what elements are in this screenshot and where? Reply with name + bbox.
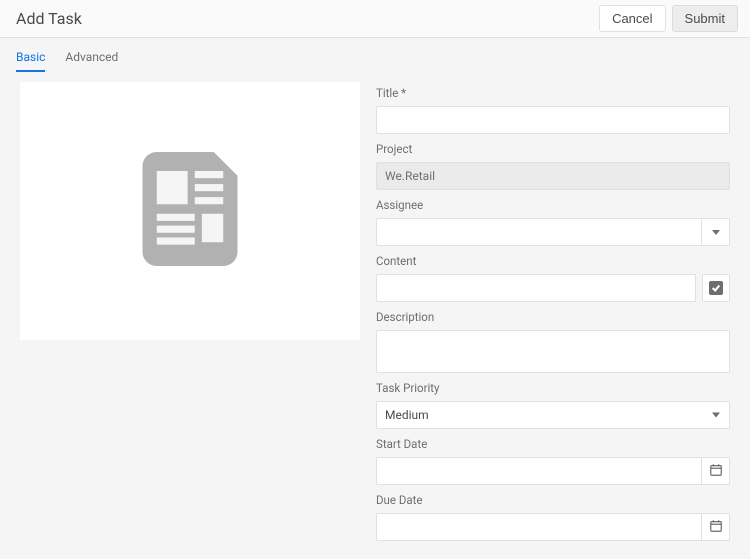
cancel-button[interactable]: Cancel: [599, 5, 665, 32]
dialog-body: Title * Project Assignee Content Descrip…: [0, 72, 750, 559]
tab-advanced[interactable]: Advanced: [65, 50, 118, 72]
title-label: Title *: [376, 86, 730, 100]
due-date-input[interactable]: [376, 513, 702, 541]
start-date-input[interactable]: [376, 457, 702, 485]
project-label: Project: [376, 142, 730, 156]
dialog-header: Add Task Cancel Submit: [0, 0, 750, 38]
title-input[interactable]: [376, 106, 730, 134]
calendar-icon: [709, 518, 723, 537]
start-date-picker-button[interactable]: [702, 457, 730, 485]
assignee-label: Assignee: [376, 198, 730, 212]
task-form: Title * Project Assignee Content Descrip…: [376, 82, 730, 541]
tab-basic[interactable]: Basic: [16, 50, 45, 72]
priority-label: Task Priority: [376, 381, 730, 395]
due-date-picker-button[interactable]: [702, 513, 730, 541]
content-picker-button[interactable]: [702, 274, 730, 302]
due-date-label: Due Date: [376, 493, 730, 507]
description-textarea[interactable]: [376, 330, 730, 373]
content-input[interactable]: [376, 274, 696, 302]
preview-panel: [20, 82, 360, 340]
tab-bar: Basic Advanced: [0, 38, 750, 72]
description-label: Description: [376, 310, 730, 324]
chevron-down-icon: [712, 230, 720, 235]
dialog-title: Add Task: [16, 9, 82, 28]
assignee-dropdown-button[interactable]: [702, 218, 730, 246]
document-placeholder-icon: [142, 152, 238, 270]
start-date-label: Start Date: [376, 437, 730, 451]
header-actions: Cancel Submit: [599, 5, 738, 32]
priority-select[interactable]: Medium: [376, 401, 730, 429]
checkbox-icon: [709, 281, 723, 295]
calendar-icon: [709, 462, 723, 481]
project-input: [376, 162, 730, 190]
submit-button[interactable]: Submit: [672, 5, 738, 32]
content-label: Content: [376, 254, 730, 268]
assignee-input[interactable]: [376, 218, 702, 246]
